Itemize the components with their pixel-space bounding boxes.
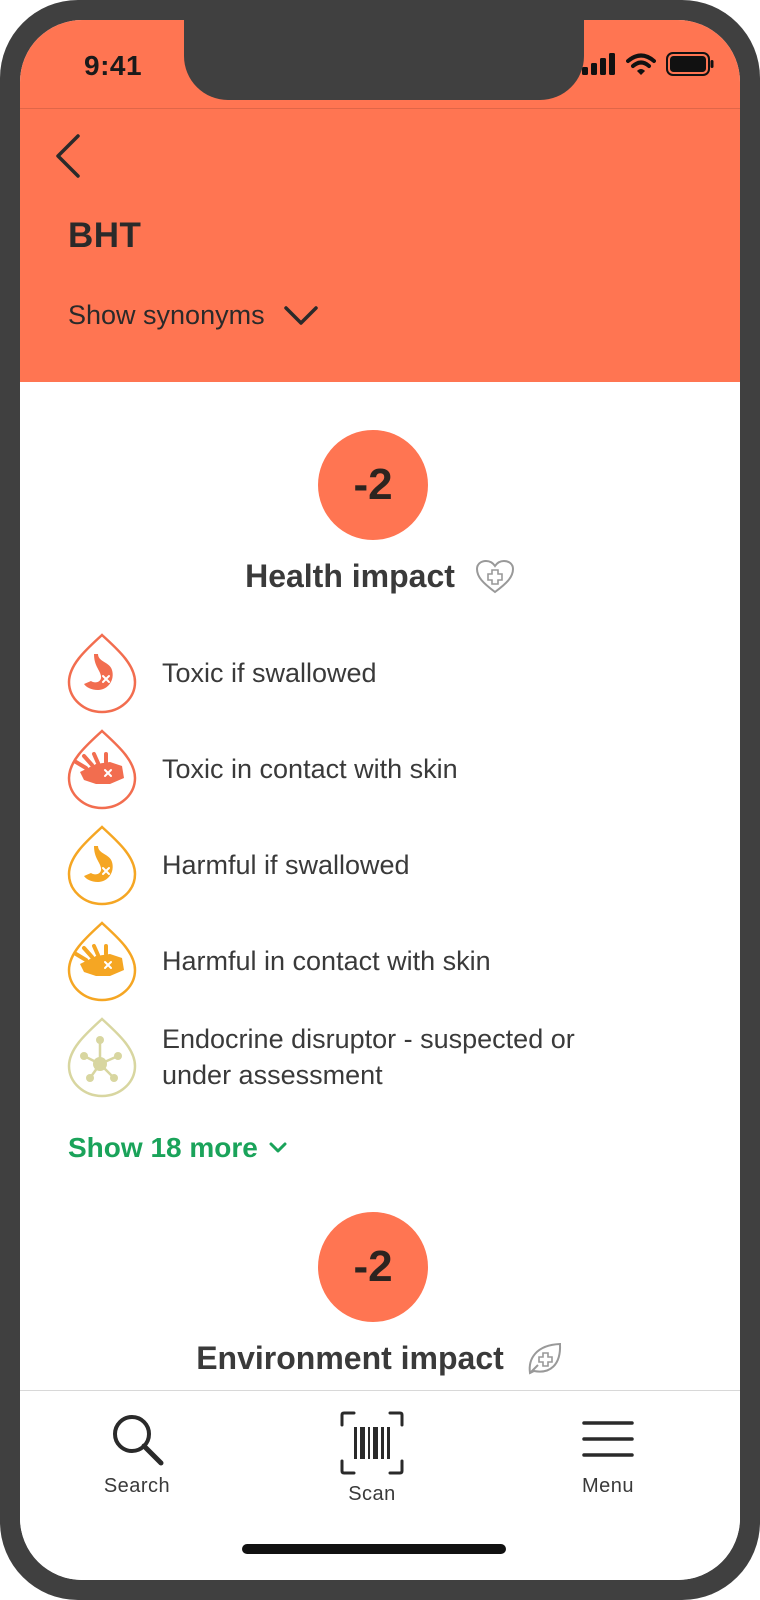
status-time: 9:41 [84, 50, 143, 81]
hazard-label: Harmful if swallowed [162, 850, 410, 880]
hazard-label: Toxic if swallowed [162, 658, 377, 688]
status-icons [582, 52, 714, 76]
environment-impact-heading: Environment impact [20, 1340, 740, 1377]
hazard-label: Harmful in contact with skin [162, 946, 491, 976]
home-indicator [242, 1544, 506, 1554]
environment-score-badge: -2 [318, 1212, 428, 1322]
health-score-badge: -2 [318, 430, 428, 540]
stomach-icon [67, 633, 137, 714]
device-frame: 9:41 BHT Show synonyms -2 Health impact … [0, 0, 760, 1600]
screen: 9:41 BHT Show synonyms -2 Health impact … [20, 20, 740, 1580]
wifi-icon [626, 53, 656, 75]
show-more-button[interactable]: Show 18 more [68, 1132, 288, 1164]
hazard-item[interactable]: Toxic in contact with skin [66, 728, 706, 810]
hazard-label: Toxic in contact with skin [162, 754, 458, 784]
heart-plus-icon [475, 559, 514, 593]
tab-scan-label: Scan [348, 1483, 396, 1505]
tab-search[interactable]: Search [57, 1411, 217, 1498]
device-notch [184, 20, 584, 100]
page-title: BHT [68, 216, 142, 255]
stomach-icon [67, 825, 137, 906]
health-impact-heading: Health impact [20, 558, 740, 595]
environment-impact-title: Environment impact [196, 1340, 504, 1376]
hazard-label-line: Endocrine disruptor - suspected or [162, 1024, 575, 1054]
hand-icon [67, 921, 137, 1002]
tab-menu[interactable]: Menu [528, 1411, 688, 1498]
search-icon [113, 1415, 164, 1466]
show-synonyms-toggle[interactable]: Show synonyms [68, 300, 319, 331]
show-more-label: Show 18 more [68, 1132, 258, 1163]
signal-icon [582, 53, 615, 75]
hazard-item[interactable]: Harmful in contact with skin [66, 920, 706, 1002]
hamburger-menu-icon [582, 1421, 634, 1457]
leaf-plus-icon [528, 1342, 561, 1375]
hazard-label: Endocrine disruptor - suspected or under… [162, 1021, 575, 1093]
back-button[interactable] [40, 128, 96, 184]
battery-icon [666, 52, 714, 76]
molecule-icon [67, 1017, 137, 1098]
status-divider [20, 108, 740, 109]
barcode-scan-icon [340, 1411, 404, 1475]
hazard-item[interactable]: Harmful if swallowed [66, 824, 706, 906]
chevron-left-icon [56, 134, 80, 178]
chevron-down-icon [269, 1142, 287, 1153]
chevron-down-icon [283, 305, 318, 325]
show-synonyms-label: Show synonyms [68, 300, 265, 330]
hazard-item[interactable]: Endocrine disruptor - suspected or under… [66, 1016, 706, 1098]
tab-menu-label: Menu [581, 1475, 635, 1497]
hazard-label-line: under assessment [162, 1060, 383, 1090]
hand-icon [67, 729, 137, 810]
health-impact-title: Health impact [245, 558, 455, 594]
tab-search-label: Search [103, 1475, 171, 1497]
tab-scan[interactable]: Scan [292, 1411, 452, 1506]
hazard-item[interactable]: Toxic if swallowed [66, 632, 706, 714]
